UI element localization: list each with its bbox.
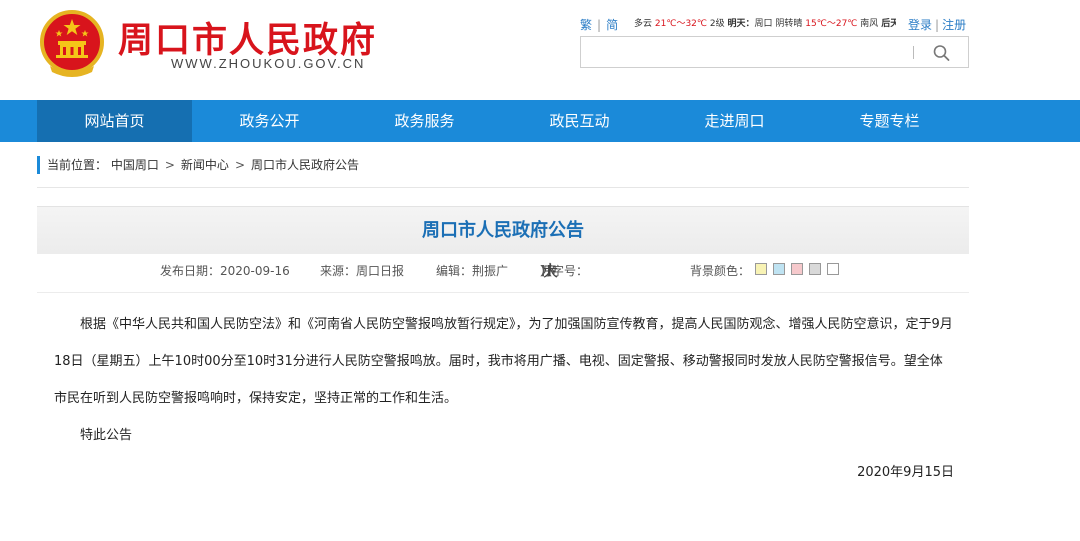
divider <box>37 187 969 188</box>
main-nav: 网站首页 政务公开 政务服务 政民互动 走进周口 专题专栏 <box>0 100 1080 142</box>
article-signed-date: 2020年9月15日 <box>857 465 954 480</box>
search-box <box>580 36 969 68</box>
weather-tomorrow-city: 周口 <box>754 19 773 29</box>
weather-ticker: 多云 21℃～32℃ 2级 明天：周口 阴转晴 15℃～27℃ 南风 后天 <box>634 17 896 31</box>
font-size-label-close: 】 <box>540 264 553 278</box>
article-editor: 编辑：荆振广 <box>436 264 509 278</box>
weather-tomorrow-sky: 阴转晴 <box>775 19 803 29</box>
language-switch: 繁 | 简 <box>580 16 618 33</box>
weather-tomorrow-label: 明天： <box>727 19 755 29</box>
bg-swatch-blue[interactable] <box>773 263 785 275</box>
breadcrumb-item-zhoukou[interactable]: 中国周口 <box>111 158 159 172</box>
login-link[interactable]: 登录 <box>908 18 932 32</box>
breadcrumb: 当前位置： 中国周口 > 新闻中心 > 周口市人民政府公告 <box>37 156 359 174</box>
bg-swatch-pink[interactable] <box>791 263 803 275</box>
site-url: WWW.ZHOUKOU.GOV.CN <box>171 56 366 71</box>
breadcrumb-prefix: 当前位置： <box>47 158 108 172</box>
nav-item-government-affairs[interactable]: 政务公开 <box>192 100 347 142</box>
topbar: 繁 | 简 多云 21℃～32℃ 2级 明天：周口 阴转晴 15℃～27℃ 南风 后… <box>580 16 972 32</box>
search-input[interactable] <box>585 41 905 63</box>
weather-today-sky: 多云 <box>634 19 653 29</box>
article-paragraph: 根据《中华人民共和国人民防空法》和《河南省人民防空警报鸣放暂行规定》，为了加强国… <box>54 317 953 406</box>
article-notice: 特此公告 <box>80 428 133 443</box>
article-title: 周口市人民政府公告 <box>422 220 584 241</box>
nav-item-government-services[interactable]: 政务服务 <box>347 100 502 142</box>
breadcrumb-item-current[interactable]: 周口市人民政府公告 <box>251 158 359 172</box>
weather-after-label: 后天 <box>881 19 896 29</box>
search-divider <box>913 46 914 59</box>
divider <box>37 292 969 293</box>
breadcrumb-arrow: > <box>234 158 245 172</box>
auth-links: 登录 | 注册 <box>908 16 966 33</box>
simplified-chinese-link[interactable]: 简 <box>606 18 618 32</box>
weather-today-wind: 2级 <box>709 19 725 29</box>
breadcrumb-arrow: > <box>164 158 175 172</box>
site-header: 周口市人民政府 WWW.ZHOUKOU.GOV.CN 繁 | 简 多云 21℃～32… <box>0 0 1080 100</box>
bg-swatch-gray[interactable] <box>809 263 821 275</box>
weather-tomorrow-temp: 15℃～27℃ <box>805 19 858 29</box>
bg-swatch-white[interactable] <box>827 263 839 275</box>
breadcrumb-item-news[interactable]: 新闻中心 <box>181 158 229 172</box>
traditional-chinese-link[interactable]: 繁 <box>580 18 592 32</box>
article-body: 根据《中华人民共和国人民防空法》和《河南省人民防空警报鸣放暂行规定》，为了加强国… <box>54 306 954 491</box>
article-source: 来源：周口日报 <box>320 264 405 278</box>
register-link[interactable]: 注册 <box>942 18 966 32</box>
search-icon[interactable] <box>931 43 953 63</box>
separator: | <box>935 18 940 32</box>
nav-item-special-topics[interactable]: 专题专栏 <box>812 100 967 142</box>
publish-date: 发布日期：2020-09-16 <box>160 264 290 278</box>
background-color-label: 背景颜色： <box>690 264 751 278</box>
national-emblem-icon[interactable] <box>40 10 104 78</box>
nav-item-home[interactable]: 网站首页 <box>37 100 192 142</box>
article-title-band: 周口市人民政府公告 <box>37 206 969 254</box>
weather-tomorrow-wind: 南风 <box>860 19 879 29</box>
bg-swatch-yellow[interactable] <box>755 263 767 275</box>
nav-item-about-zhoukou[interactable]: 走进周口 <box>657 100 812 142</box>
separator: | <box>597 18 602 32</box>
nav-item-interaction[interactable]: 政民互动 <box>502 100 657 142</box>
weather-today-temp: 21℃～32℃ <box>654 19 708 29</box>
article-meta: 发布日期：2020-09-16 来源：周口日报 编辑：荆振广 【字号：小中大】 … <box>0 262 1080 280</box>
